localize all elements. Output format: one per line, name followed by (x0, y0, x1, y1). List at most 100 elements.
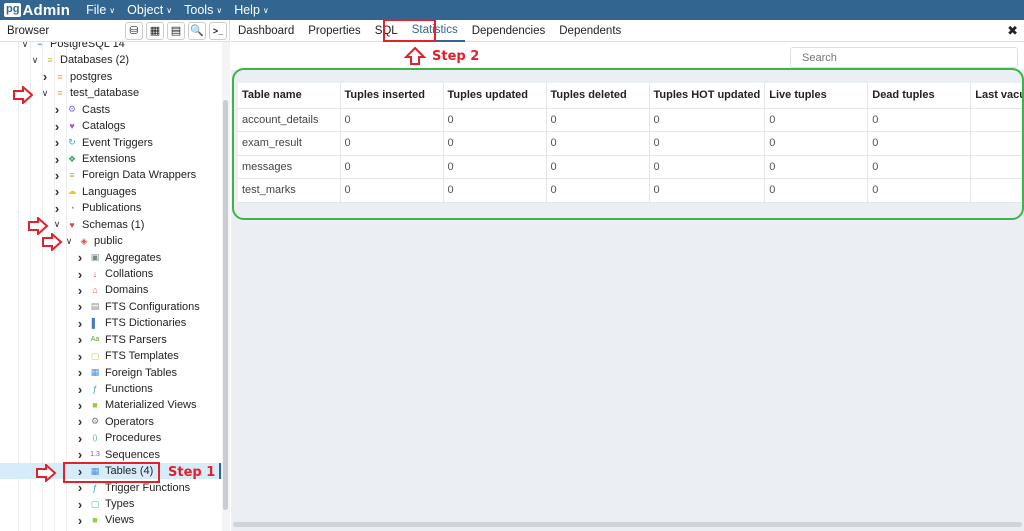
chevron-right-icon[interactable]: › (75, 431, 85, 446)
chevron-down-icon[interactable]: ∨ (20, 42, 30, 50)
chevron-down-icon: ∨ (109, 5, 116, 15)
chevron-down-icon[interactable]: ∨ (64, 236, 74, 247)
publications-icon: ◔ (69, 203, 75, 214)
tree-node-operators[interactable]: › ⚙ Operators (0, 414, 222, 430)
chevron-right-icon[interactable]: › (52, 135, 62, 150)
pgadmin-logo: pg Admin (4, 2, 70, 19)
filtered-rows-button[interactable]: ▤ (167, 21, 185, 40)
chevron-right-icon[interactable]: › (75, 398, 85, 413)
databases-icon: ≡ (47, 55, 53, 66)
chevron-down-icon[interactable]: ∨ (40, 88, 50, 99)
tree-node-types[interactable]: › ▢ Types (0, 496, 222, 512)
browser-toolbar: ⛁ ▦ ▤ 🔍 >_ (122, 21, 227, 40)
collations-icon: ↓ (92, 269, 98, 280)
database-icon: ⛁ (129, 25, 139, 37)
tree-scrollbar-thumb[interactable] (223, 100, 228, 510)
fts-configurations-icon: ▤ (90, 301, 100, 312)
tree-node-label: Functions (105, 383, 153, 396)
tree-scrollbar[interactable] (222, 42, 230, 531)
casts-icon: ⚙ (67, 104, 77, 115)
fts-parsers-icon: Aa (90, 336, 100, 344)
menu-tools[interactable]: Tools ∨ (184, 3, 222, 17)
tree-node-fts-parsers[interactable]: › Aa FTS Parsers (0, 332, 222, 348)
tab-dashboard[interactable]: Dashboard (231, 20, 301, 42)
tree-node-label: Sequences (105, 448, 161, 461)
chevron-right-icon[interactable]: › (75, 250, 85, 265)
chevron-right-icon[interactable]: › (40, 69, 50, 84)
chevron-right-icon[interactable]: › (52, 184, 62, 199)
tree-node-collations[interactable]: › ↓ Collations (0, 266, 222, 282)
tree-node-fts-dictionaries[interactable]: › ▌ FTS Dictionaries (0, 315, 222, 331)
search-input[interactable] (790, 47, 1018, 68)
menu-help[interactable]: Help ∨ (234, 3, 269, 17)
tree-node-domains[interactable]: › ⌂ Domains (0, 282, 222, 298)
chevron-right-icon[interactable]: › (75, 365, 85, 380)
tree-node-public[interactable]: ∨ ◈ public (0, 233, 222, 249)
tree-node-functions[interactable]: › ƒ Functions (0, 381, 222, 397)
database-button[interactable]: ⛁ (125, 21, 143, 40)
database-icon: ≡ (57, 71, 63, 82)
chevron-right-icon[interactable]: › (75, 283, 85, 298)
filtered-rows-icon: ▤ (170, 25, 182, 37)
tree-node-postgres[interactable]: › ≡ postgres (0, 69, 222, 85)
chevron-right-icon[interactable]: › (75, 267, 85, 282)
step1-label: Step 1 (168, 465, 216, 480)
languages-icon: ☁ (67, 186, 77, 197)
terminal-button[interactable]: >_ (209, 21, 227, 40)
tree-node-sequences[interactable]: › 1.3 Sequences (0, 447, 222, 463)
menu-label: File (86, 3, 107, 17)
table-button[interactable]: ▦ (146, 21, 164, 40)
tree-node-foreign-data-wrappers[interactable]: › ≡ Foreign Data Wrappers (0, 167, 222, 183)
chevron-right-icon[interactable]: › (75, 349, 85, 364)
tree-node-label: Extensions (82, 153, 136, 165)
chevron-right-icon[interactable]: › (75, 513, 85, 528)
tree-node-languages[interactable]: › ☁ Languages (0, 184, 222, 200)
menu-file[interactable]: File ∨ (86, 3, 115, 17)
tree-node-label: Domains (105, 284, 149, 297)
foreign-data-wrappers-icon: ≡ (69, 170, 75, 181)
tree-node-aggregates[interactable]: › ▣ Aggregates (0, 250, 222, 266)
chevron-down-icon[interactable]: ∨ (52, 219, 62, 230)
tree-node-extensions[interactable]: › ❖ Extensions (0, 151, 222, 167)
tab-dependencies[interactable]: Dependencies (465, 20, 553, 42)
tree-node-event-triggers[interactable]: › ↻ Event Triggers (0, 135, 222, 151)
tree-node-fts-templates[interactable]: › ▢ FTS Templates (0, 348, 222, 364)
chevron-right-icon[interactable]: › (52, 168, 62, 183)
chevron-right-icon[interactable]: › (52, 119, 62, 134)
horizontal-scrollbar[interactable] (233, 522, 1022, 527)
tree-node-materialized-views[interactable]: › ■ Materialized Views (0, 397, 222, 413)
search-icon: 🔍 (190, 25, 204, 37)
tree-node-postgresql-14[interactable]: ∨ ⌁ PostgreSQL 14 (0, 42, 222, 52)
test-database-arrow-icon (13, 86, 34, 104)
tree-node-publications[interactable]: › ◔ Publications (0, 200, 222, 216)
tab-dependents[interactable]: Dependents (552, 20, 628, 42)
fts-templates-icon: ▢ (90, 350, 100, 361)
close-panel-icon[interactable]: ✖ (1007, 23, 1018, 39)
chevron-right-icon[interactable]: › (75, 299, 85, 314)
step2-up-arrow-icon (404, 46, 426, 65)
chevron-right-icon[interactable]: › (75, 382, 85, 397)
tree-node-label: Catalogs (82, 120, 126, 133)
tree-node-foreign-tables[interactable]: › ▦ Foreign Tables (0, 365, 222, 381)
chevron-right-icon[interactable]: › (52, 152, 62, 167)
chevron-right-icon[interactable]: › (52, 201, 62, 216)
chevron-right-icon[interactable]: › (52, 102, 62, 117)
tree-node-label: Publications (82, 202, 142, 215)
menu-label: Object (127, 3, 164, 17)
menu-object[interactable]: Object ∨ (127, 3, 172, 17)
tree-node-fts-configurations[interactable]: › ▤ FTS Configurations (0, 299, 222, 315)
search-button[interactable]: 🔍 (188, 21, 206, 40)
tab-properties[interactable]: Properties (301, 20, 367, 42)
tree-node-catalogs[interactable]: › ♥ Catalogs (0, 118, 222, 134)
chevron-right-icon[interactable]: › (75, 332, 85, 347)
tree-node-databases-2[interactable]: ∨ ≡ Databases (2) (0, 52, 222, 68)
chevron-right-icon[interactable]: › (75, 414, 85, 429)
tree-node-views[interactable]: › ■ Views (0, 512, 222, 528)
chevron-right-icon[interactable]: › (75, 497, 85, 512)
tree-node-procedures[interactable]: › () Procedures (0, 430, 222, 446)
chevron-down-icon[interactable]: ∨ (30, 55, 40, 66)
chevron-right-icon[interactable]: › (75, 447, 85, 462)
tree-node-casts[interactable]: › ⚙ Casts (0, 102, 222, 118)
chevron-right-icon[interactable]: › (75, 316, 85, 331)
tree-node-label: Casts (82, 103, 111, 116)
